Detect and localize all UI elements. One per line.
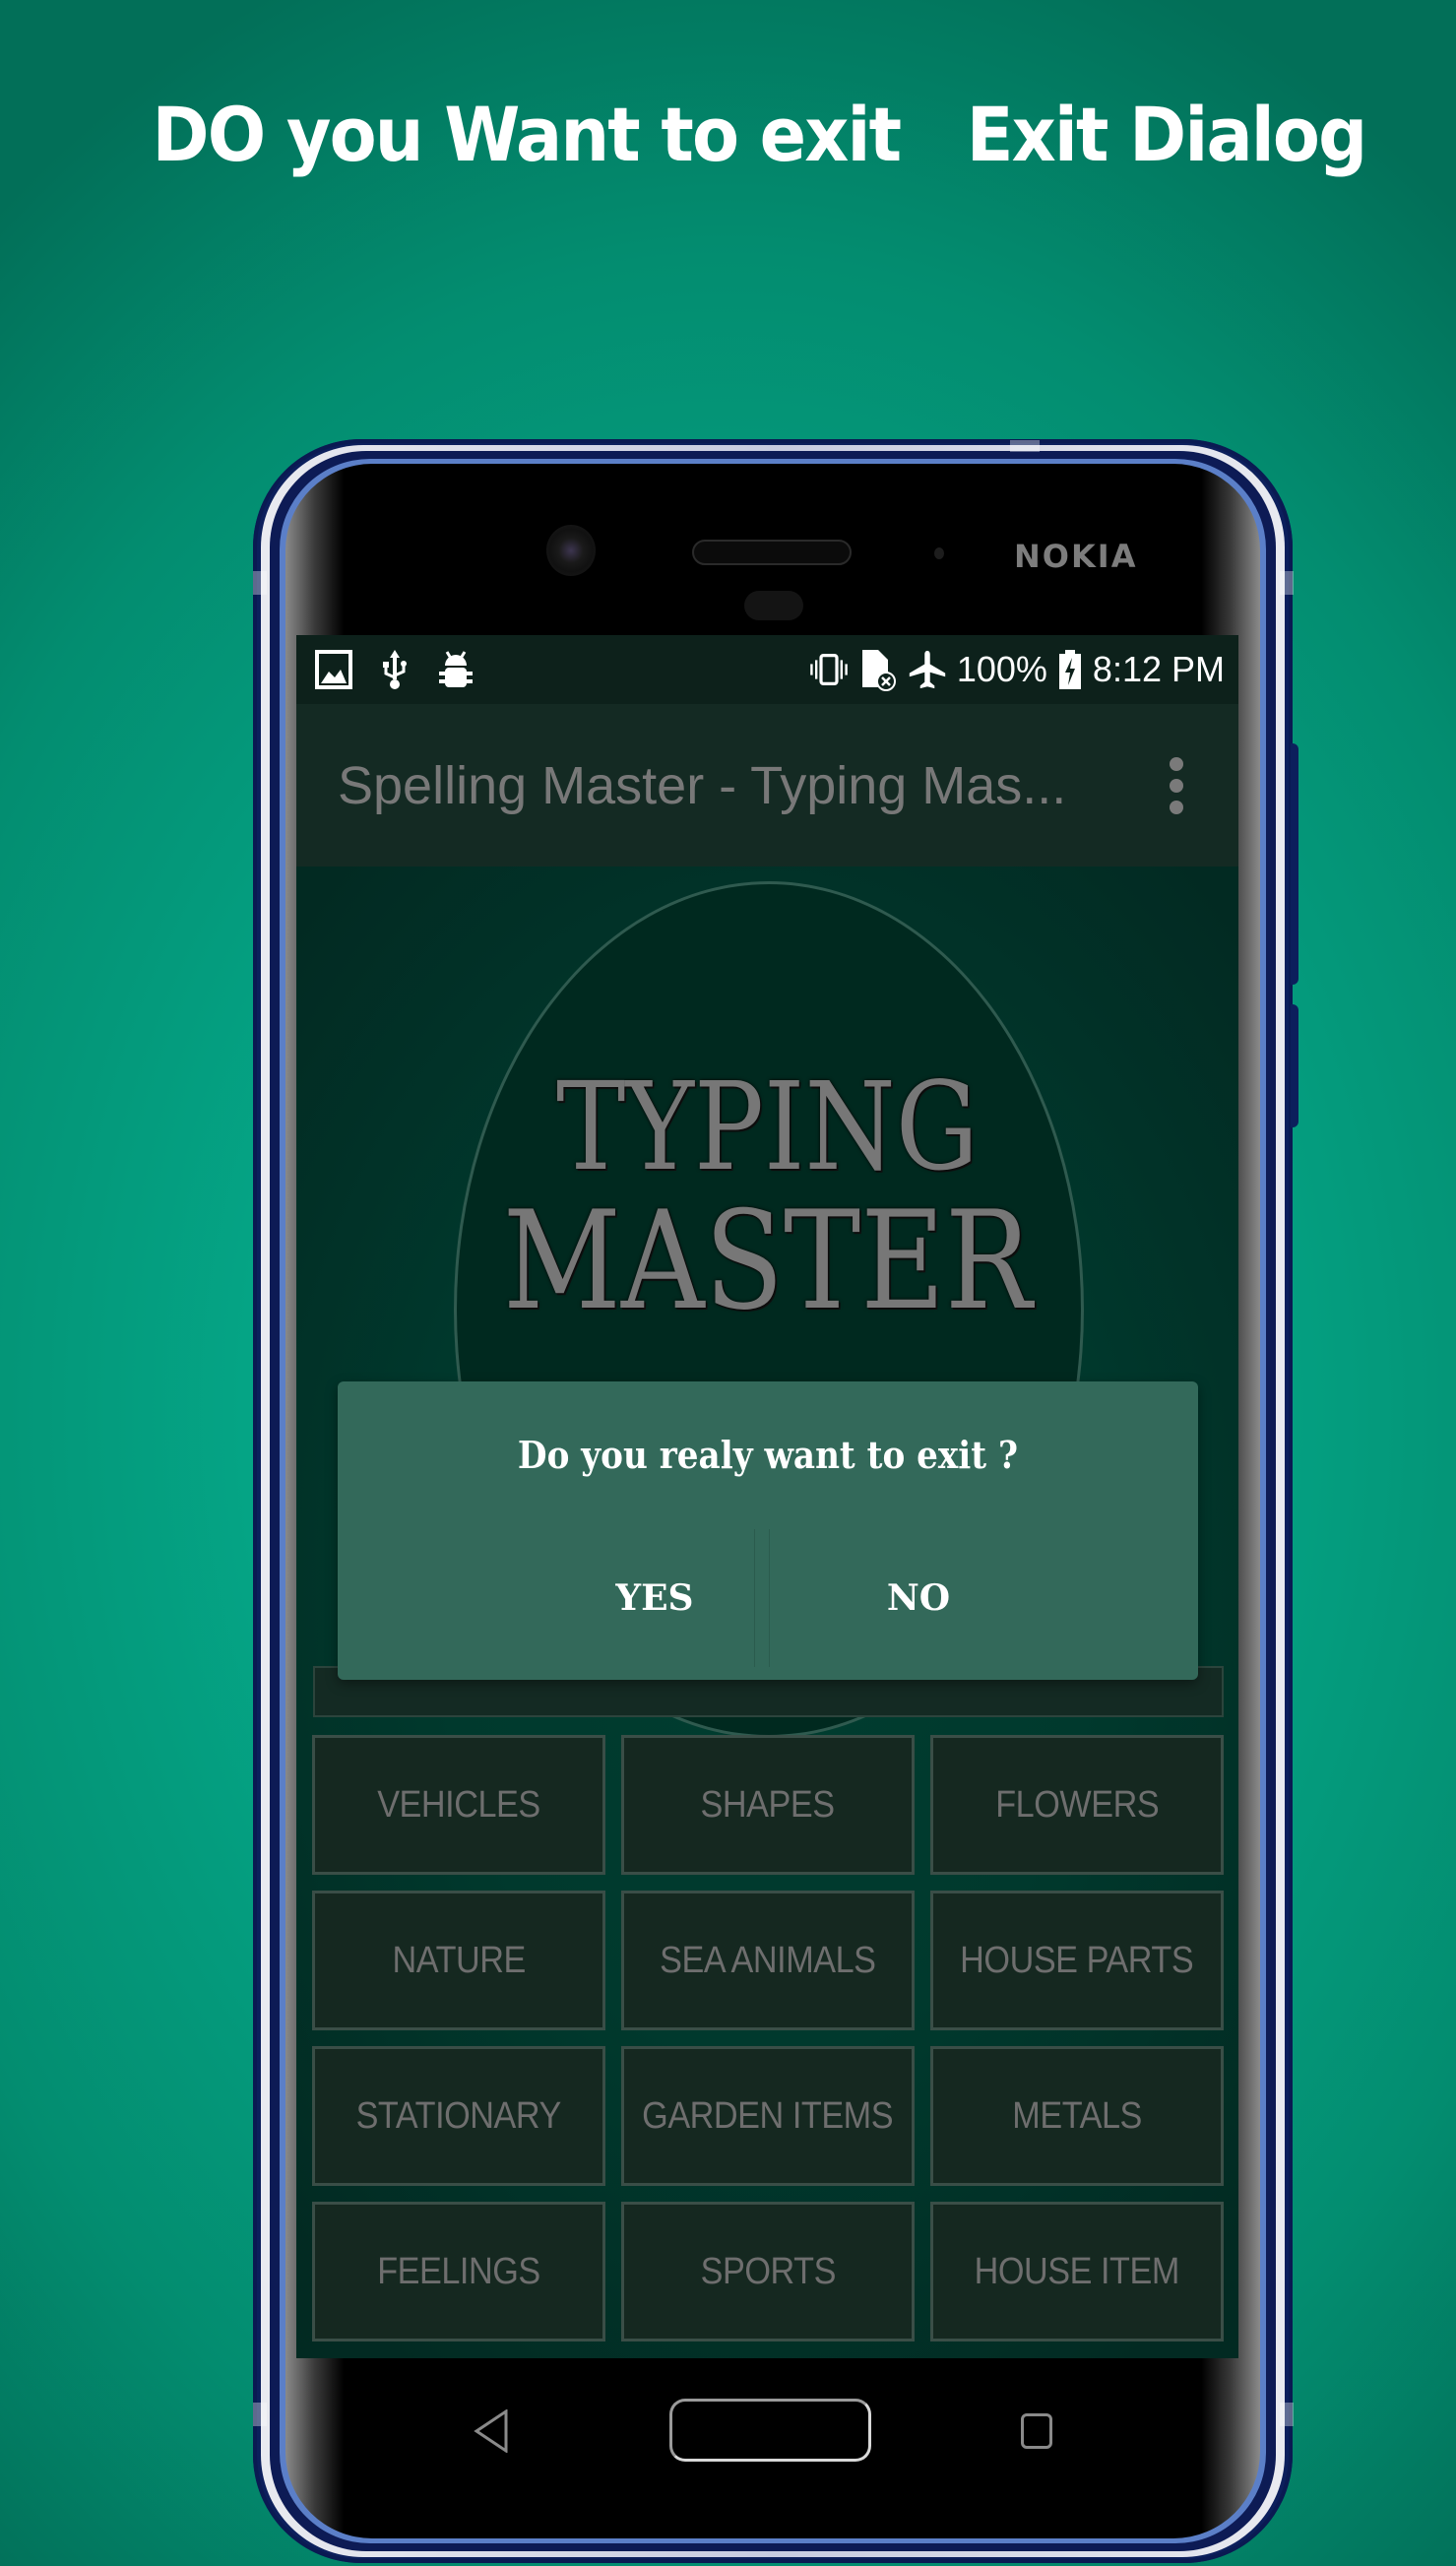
airplane-icon [908, 648, 947, 691]
category-button[interactable]: SHAPES [621, 1735, 915, 1875]
category-button[interactable]: GARDEN ITEMS [621, 2046, 915, 2186]
category-button[interactable]: SPORTS [621, 2202, 915, 2341]
category-button[interactable]: SEA ANIMALS [621, 1891, 915, 2030]
app-title: Spelling Master - Typing Mas... [338, 755, 1067, 815]
dialog-divider [769, 1529, 770, 1667]
exit-dialog: Do you realy want to exit ? YES NO [338, 1381, 1198, 1680]
category-button[interactable]: HOUSE PARTS [930, 1891, 1224, 2030]
earpiece-speaker [692, 540, 852, 565]
android-debug-icon [436, 648, 475, 691]
brand-logo: NOKIA [1014, 538, 1138, 575]
vibrate-icon [809, 648, 849, 691]
proximity-sensor [934, 547, 944, 559]
home-icon[interactable] [669, 2399, 871, 2462]
menu-dot [1170, 778, 1183, 793]
yes-button[interactable]: YES [556, 1539, 753, 1657]
app-bar: Spelling Master - Typing Mas... [296, 704, 1238, 866]
category-button[interactable]: HOUSE ITEM [930, 2202, 1224, 2341]
category-button[interactable]: METALS [930, 2046, 1224, 2186]
frame-glint [1280, 571, 1294, 595]
category-button[interactable]: NATURE [312, 1891, 605, 2030]
back-icon[interactable] [473, 2408, 512, 2454]
front-camera [546, 525, 596, 576]
logo-line-typing: TYPING [556, 1057, 979, 1198]
promo-title: DO you Want to exit Exit Dialog [152, 91, 1368, 178]
battery-percent: 100% [956, 649, 1047, 689]
menu-dot [1170, 800, 1183, 814]
logo-line-master: MASTER [502, 1182, 1033, 1340]
clock: 8:12 PM [1092, 649, 1225, 689]
power-button [1291, 1004, 1298, 1127]
secondary-sensor [744, 591, 803, 620]
dialog-message: Do you realy want to exit ? [517, 1433, 1019, 1477]
frame-glint [1010, 440, 1040, 452]
no-button[interactable]: NO [820, 1539, 1017, 1657]
recents-icon[interactable] [1021, 2413, 1052, 2449]
category-grid: VEHICLES SHAPES FLOWERS NATURE SEA ANIMA… [312, 1735, 1224, 2341]
usb-icon [375, 648, 414, 691]
category-button[interactable]: FLOWERS [930, 1735, 1224, 1875]
no-sim-icon [858, 648, 898, 691]
overflow-menu-icon[interactable] [1170, 756, 1183, 814]
category-button[interactable]: STATIONARY [312, 2046, 605, 2186]
image-icon [314, 648, 353, 691]
category-button[interactable]: FEELINGS [312, 2202, 605, 2341]
volume-button [1291, 743, 1298, 985]
frame-glint [253, 2403, 267, 2426]
frame-glint [1280, 2403, 1294, 2426]
frame-glint [253, 571, 267, 595]
battery-charging-icon [1057, 648, 1083, 691]
menu-dot [1170, 756, 1183, 771]
status-bar: 100% 8:12 PM [296, 635, 1238, 704]
category-button[interactable]: VEHICLES [312, 1735, 605, 1875]
dialog-divider [754, 1529, 755, 1667]
app-screen: 100% 8:12 PM Spelling Master - Typing Ma… [296, 635, 1238, 2358]
